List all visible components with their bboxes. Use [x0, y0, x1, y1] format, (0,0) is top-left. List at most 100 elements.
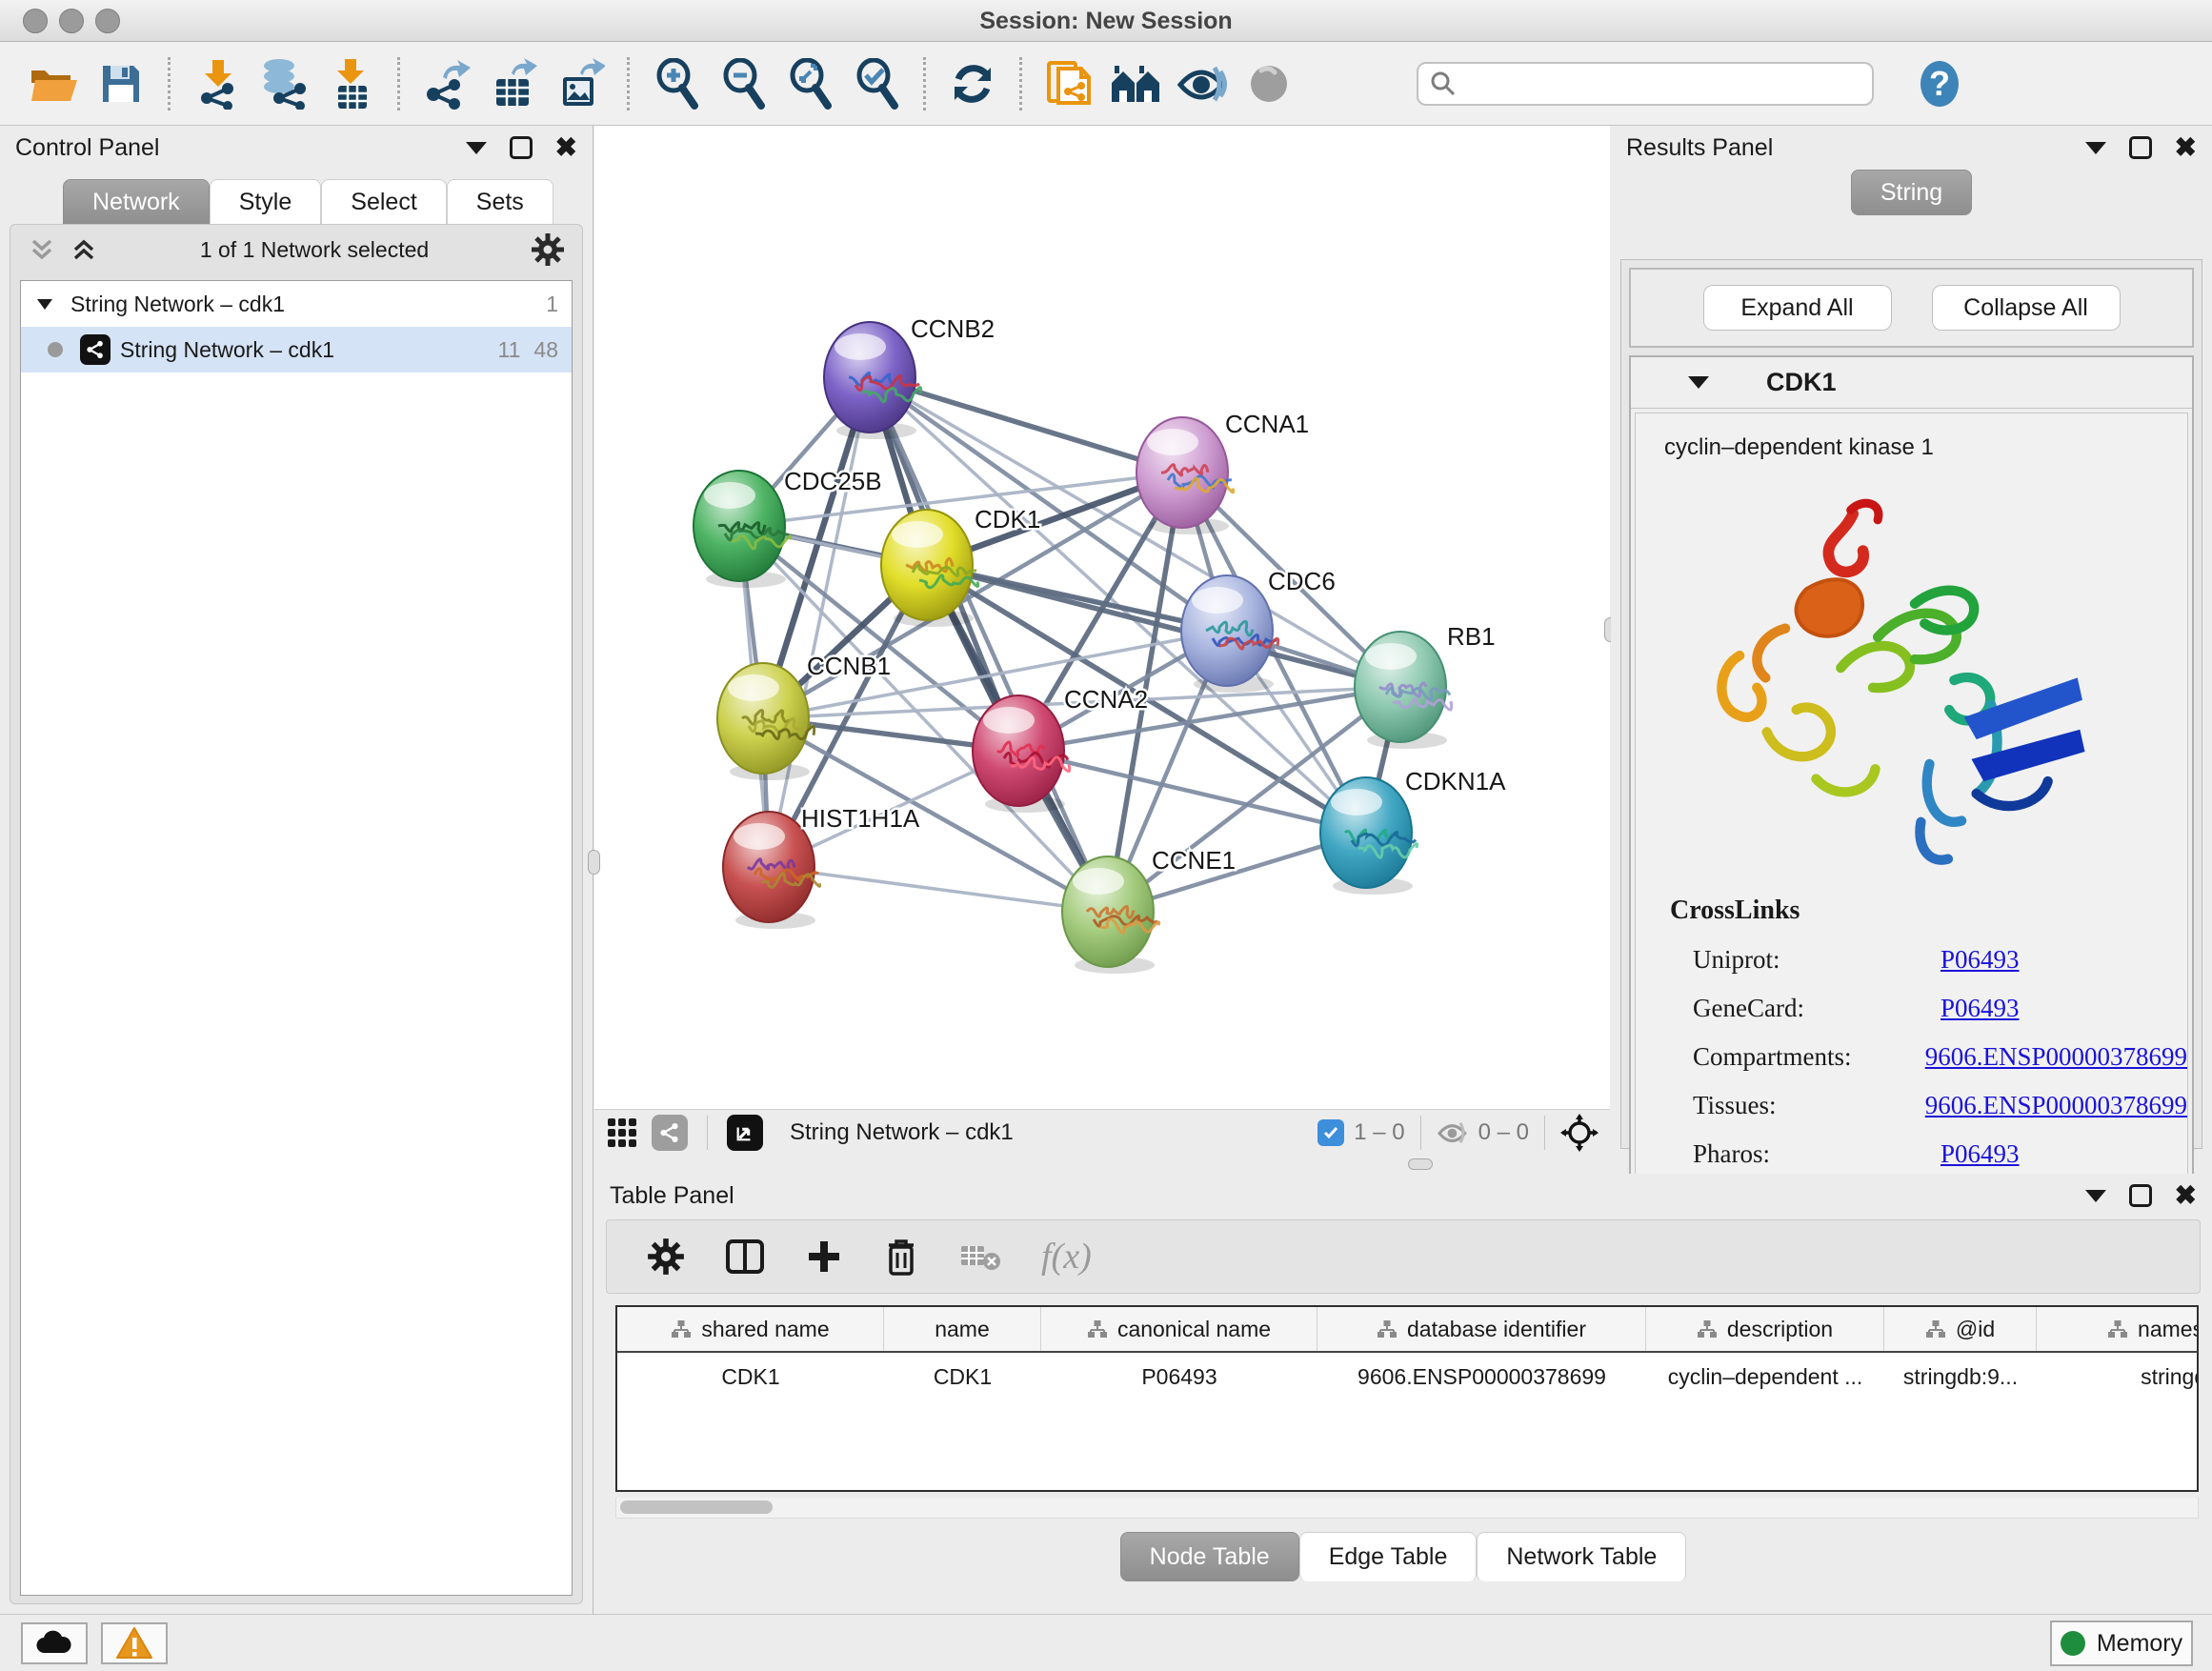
title-bar: Session: New Session	[0, 0, 2212, 42]
cell-namespace[interactable]: stringdb	[2037, 1355, 2199, 1399]
expand-all-button[interactable]: Expand All	[1703, 285, 1892, 331]
panel-float-icon[interactable]	[2129, 136, 2152, 159]
panel-float-icon[interactable]	[510, 136, 533, 159]
column-header-database-identifier[interactable]: database identifier	[1317, 1307, 1646, 1351]
expand-all-icon[interactable]	[70, 235, 98, 264]
crosslink-label: Compartments:	[1693, 1042, 1925, 1072]
export-table-icon[interactable]	[486, 56, 541, 111]
show-columns-icon[interactable]	[725, 1237, 765, 1277]
node-label-ccnb2: CCNB2	[911, 314, 995, 343]
control-panel: Control Panel ✖ Network Style Select Set…	[0, 126, 593, 1614]
grid-view-icon[interactable]	[606, 1117, 638, 1149]
panel-menu-icon[interactable]	[2085, 1190, 2106, 1202]
crosslink-uniprot-link[interactable]: P06493	[1941, 945, 2020, 975]
panel-close-icon[interactable]: ✖	[555, 136, 577, 159]
delete-column-icon[interactable]	[883, 1236, 919, 1278]
zoom-out-icon[interactable]	[715, 56, 771, 111]
status-bar: Memory	[0, 1614, 2212, 1671]
show-all-networks-icon[interactable]	[1108, 56, 1163, 111]
column-header-shared-name[interactable]: shared name	[617, 1307, 884, 1351]
node-label-cdkn1a: CDKN1A	[1405, 767, 1506, 795]
tab-sets[interactable]: Sets	[447, 179, 553, 225]
node-label-hist1h1a: HIST1H1A	[801, 804, 920, 833]
export-image-icon[interactable]	[553, 56, 608, 111]
tab-network-table[interactable]: Network Table	[1477, 1532, 1686, 1581]
tab-string[interactable]: String	[1851, 170, 1972, 215]
crosslink-pharos-link[interactable]: P06493	[1941, 1139, 2020, 1169]
collapse-all-button[interactable]: Collapse All	[1932, 285, 2121, 331]
warning-status-button[interactable]	[101, 1622, 168, 1664]
tab-network[interactable]: Network	[63, 179, 210, 225]
panel-float-icon[interactable]	[2129, 1184, 2152, 1207]
tab-node-table[interactable]: Node Table	[1120, 1532, 1299, 1581]
crosslink-tissues-link[interactable]: 9606.ENSP00000378699	[1925, 1091, 2187, 1120]
zoom-in-icon[interactable]	[649, 56, 704, 111]
cell-canonical-name[interactable]: P06493	[1041, 1355, 1317, 1399]
gear-icon[interactable]	[531, 232, 565, 267]
tree-expander-icon[interactable]	[34, 293, 55, 314]
zoom-selected-icon[interactable]	[849, 56, 904, 111]
tab-select[interactable]: Select	[321, 179, 446, 225]
entry-expander-icon[interactable]	[1688, 376, 1709, 389]
save-session-icon[interactable]	[93, 56, 149, 111]
show-hidden-icon[interactable]	[1241, 56, 1297, 111]
export-network-icon[interactable]	[419, 56, 474, 111]
table-options-gear-icon[interactable]	[647, 1238, 685, 1276]
birdseye-crosshair-icon[interactable]	[1560, 1114, 1599, 1152]
cell-shared-name[interactable]: CDK1	[617, 1355, 884, 1399]
memory-label: Memory	[2097, 1630, 2182, 1658]
toolbar-separator	[397, 57, 400, 111]
results-entry-cdk1: CDK1 cyclin–dependent kinase 1	[1629, 355, 2194, 1223]
horizontal-splitter-handle[interactable]	[1408, 1158, 1433, 1170]
cell-description[interactable]: cyclin–dependent ...	[1646, 1355, 1884, 1399]
vertical-splitter-handle[interactable]	[588, 850, 600, 875]
cell--id[interactable]: stringdb:9...	[1884, 1355, 2037, 1399]
cloud-status-button[interactable]	[21, 1622, 88, 1664]
tab-style[interactable]: Style	[210, 179, 322, 225]
search-box[interactable]	[1417, 62, 1874, 106]
tree-row-network[interactable]: String Network – cdk1 11 48	[21, 327, 572, 372]
zoom-fit-icon[interactable]	[782, 56, 837, 111]
column-header-description[interactable]: description	[1646, 1307, 1884, 1351]
cell-database-identifier[interactable]: 9606.ENSP00000378699	[1317, 1355, 1646, 1399]
network-view-icon[interactable]	[652, 1115, 688, 1151]
column-header-canonical-name[interactable]: canonical name	[1041, 1307, 1317, 1351]
hide-selected-icon[interactable]	[1175, 56, 1230, 111]
tab-edge-table[interactable]: Edge Table	[1299, 1532, 1478, 1581]
tree-row-collection[interactable]: String Network – cdk1 1	[21, 281, 572, 327]
panel-close-icon[interactable]: ✖	[2175, 1184, 2197, 1207]
network-canvas[interactable]: CCNB2CCNA1CDC25BCDK1CDC6RB1CCNB1CCNA2CDK…	[594, 126, 1610, 1155]
main-toolbar: ?	[0, 42, 2212, 126]
refresh-icon[interactable]	[945, 56, 1000, 111]
column-header--id[interactable]: @id	[1884, 1307, 2037, 1351]
import-network-icon[interactable]	[190, 56, 245, 111]
clone-network-icon[interactable]	[1041, 56, 1096, 111]
detach-view-icon[interactable]	[727, 1115, 763, 1151]
crosslink-label: Pharos:	[1693, 1139, 1941, 1169]
panel-menu-icon[interactable]	[2085, 142, 2106, 154]
import-table-icon[interactable]	[323, 56, 378, 111]
add-column-icon[interactable]	[805, 1238, 843, 1276]
memory-button[interactable]: Memory	[2050, 1621, 2193, 1666]
selected-nodes-checkbox[interactable]	[1317, 1119, 1344, 1146]
search-input[interactable]	[1457, 70, 1838, 97]
panel-close-icon[interactable]: ✖	[2175, 136, 2197, 159]
scrollbar-thumb[interactable]	[620, 1500, 773, 1514]
cell-name[interactable]: CDK1	[884, 1355, 1041, 1399]
collapse-all-icon[interactable]	[28, 235, 56, 264]
crosslink-genecard-link[interactable]: P06493	[1941, 994, 2020, 1023]
crosslink-label: Uniprot:	[1693, 945, 1941, 975]
table-horizontal-scrollbar[interactable]	[615, 1498, 2199, 1519]
column-header-name[interactable]: name	[884, 1307, 1041, 1351]
node-label-ccna2: CCNA2	[1064, 685, 1148, 714]
open-session-icon[interactable]	[27, 56, 82, 111]
crosslink-compartments-link[interactable]: 9606.ENSP00000378699	[1925, 1042, 2187, 1072]
network-status-dot-icon	[48, 342, 63, 357]
import-network-from-database-icon[interactable]	[256, 56, 312, 111]
function-builder-icon: f(x)	[1041, 1236, 1092, 1278]
results-panel: Results Panel ✖ String Expand All Collap…	[1611, 126, 2212, 1155]
panel-menu-icon[interactable]	[466, 142, 487, 154]
table-row[interactable]: CDK1CDK1P064939606.ENSP00000378699cyclin…	[617, 1355, 2197, 1399]
column-header-namespace[interactable]: namespace	[2037, 1307, 2199, 1351]
help-icon[interactable]: ?	[1912, 56, 1967, 111]
